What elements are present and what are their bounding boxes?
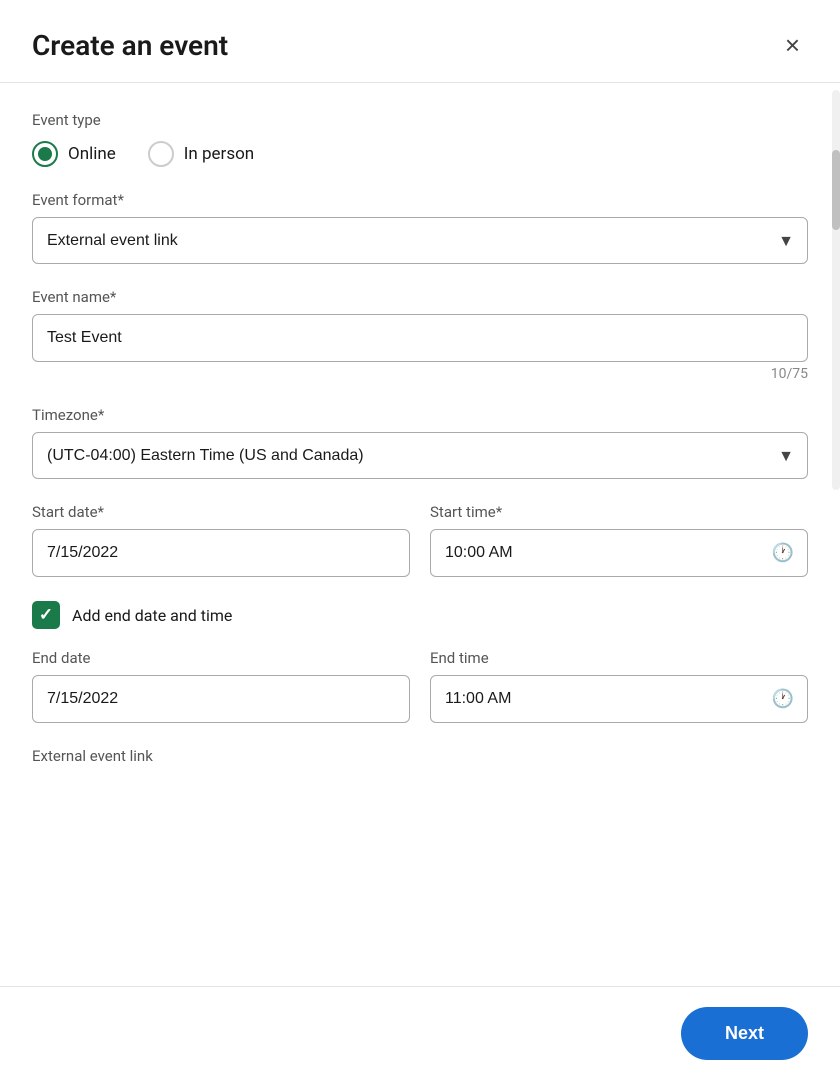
event-format-section: Event format* External event linkWebinar…	[32, 191, 808, 264]
event-format-label: Event format*	[32, 191, 808, 209]
start-time-input-wrapper: 🕐	[430, 529, 808, 577]
start-time-input[interactable]	[430, 529, 808, 577]
add-end-datetime-row: ✓ Add end date and time	[32, 601, 808, 629]
add-end-datetime-checkbox[interactable]: ✓	[32, 601, 60, 629]
event-type-label: Event type	[32, 111, 808, 129]
end-datetime-grid: End date End time 🕐	[32, 649, 808, 723]
end-time-label: End time	[430, 649, 808, 667]
end-date-input-wrapper	[32, 675, 410, 723]
dialog-header: Create an event ×	[0, 0, 840, 83]
radio-in-person-circle	[148, 141, 174, 167]
scrollbar-thumb[interactable]	[832, 150, 840, 230]
close-button[interactable]: ×	[777, 28, 808, 62]
timezone-section: Timezone* (UTC-04:00) Eastern Time (US a…	[32, 406, 808, 479]
event-name-section: Event name* 10/75	[32, 288, 808, 382]
radio-online-circle	[32, 141, 58, 167]
event-type-section: Event type Online In person	[32, 111, 808, 167]
end-date-input[interactable]	[32, 675, 410, 723]
radio-in-person[interactable]: In person	[148, 141, 254, 167]
timezone-label: Timezone*	[32, 406, 808, 424]
radio-in-person-label: In person	[184, 144, 254, 164]
checkmark-icon: ✓	[39, 605, 53, 625]
event-name-label: Event name*	[32, 288, 808, 306]
start-date-input-wrapper	[32, 529, 410, 577]
start-time-label: Start time*	[430, 503, 808, 521]
start-datetime-section: Start date* Start time* 🕐	[32, 503, 808, 577]
event-format-select[interactable]: External event linkWebinarVideo callIn-p…	[32, 217, 808, 264]
start-time-col: Start time* 🕐	[430, 503, 808, 577]
event-type-radio-group: Online In person	[32, 141, 808, 167]
dialog-body: Event type Online In person Event format…	[0, 83, 840, 793]
external-event-link-label: External event link	[32, 747, 808, 765]
end-time-input-wrapper: 🕐	[430, 675, 808, 723]
end-time-col: End time 🕐	[430, 649, 808, 723]
end-date-col: End date	[32, 649, 410, 723]
radio-online-label: Online	[68, 144, 116, 164]
scrollbar-track[interactable]	[832, 90, 840, 490]
end-date-label: End date	[32, 649, 410, 667]
end-datetime-section: End date End time 🕐	[32, 649, 808, 723]
event-format-select-wrapper: External event linkWebinarVideo callIn-p…	[32, 217, 808, 264]
next-button[interactable]: Next	[681, 1007, 808, 1060]
end-time-input[interactable]	[430, 675, 808, 723]
radio-online[interactable]: Online	[32, 141, 116, 167]
start-date-col: Start date*	[32, 503, 410, 577]
event-name-input[interactable]	[32, 314, 808, 362]
dialog-footer: Next	[0, 986, 840, 1080]
timezone-select-wrapper: (UTC-04:00) Eastern Time (US and Canada)…	[32, 432, 808, 479]
create-event-dialog: Create an event × Event type Online In p…	[0, 0, 840, 1080]
timezone-select[interactable]: (UTC-04:00) Eastern Time (US and Canada)…	[32, 432, 808, 479]
event-name-char-count: 10/75	[32, 366, 808, 382]
add-end-datetime-label: Add end date and time	[72, 606, 232, 625]
start-date-input[interactable]	[32, 529, 410, 577]
start-date-label: Start date*	[32, 503, 410, 521]
dialog-title: Create an event	[32, 29, 228, 62]
start-datetime-grid: Start date* Start time* 🕐	[32, 503, 808, 577]
